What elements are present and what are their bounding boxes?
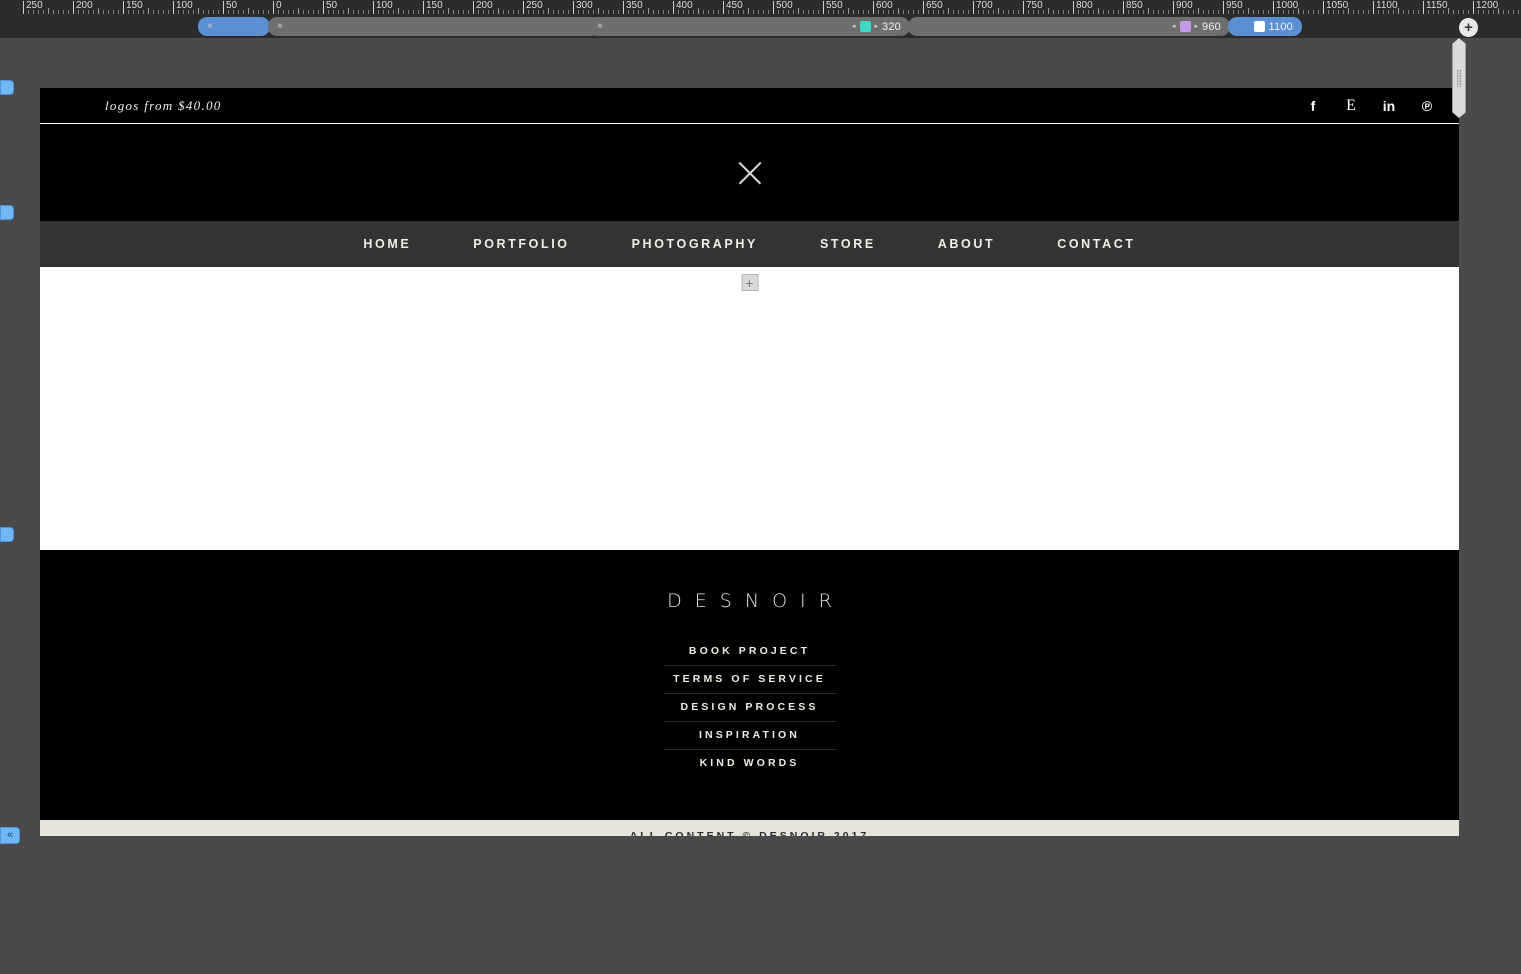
announcement-bar: logos from $40.00 f Ein ℗ <box>40 88 1459 124</box>
nav-item-contact[interactable]: CONTACT <box>1026 237 1166 251</box>
horizontal-ruler[interactable]: 250 200 150 100 50 0 50 100 150 200 250 300 350 400 45… <box>0 0 1521 14</box>
breakpoint-color-swatch[interactable] <box>1179 21 1191 32</box>
scrollbar-grip-icon <box>1457 70 1462 87</box>
breakpoint-value: ◂ ▸ 960 <box>1172 21 1221 33</box>
resize-left-icon[interactable]: ◂ <box>1172 23 1176 30</box>
main-navigation[interactable]: HOME PORTFOLIO PHOTOGRAPHY STORE ABOUT CONTAC… <box>40 221 1459 267</box>
section-marker-announcement[interactable] <box>0 80 14 95</box>
section-marker-footer[interactable] <box>0 527 14 542</box>
close-icon[interactable]: × <box>207 21 213 32</box>
collapse-chevron-icon: « <box>6 829 14 841</box>
footer-link-kind-words[interactable]: KIND WORDS <box>664 750 836 777</box>
vertical-scrollbar-thumb[interactable] <box>1452 38 1466 118</box>
breakpoint-color-swatch[interactable] <box>1253 21 1265 32</box>
section-marker-hero[interactable] <box>0 205 14 220</box>
copyright-bar: ALL CONTENT © DESNOIR 2017 <box>40 820 1459 836</box>
resize-left-icon[interactable]: ◂ <box>852 23 856 30</box>
footer-brand-wordmark: DESNOIR <box>667 590 845 612</box>
segment-960[interactable]: ◂ ▸ 960 <box>908 17 1230 36</box>
linkedin-icon[interactable]: in <box>1381 98 1397 114</box>
nav-item-about[interactable]: ABOUT <box>907 237 1026 251</box>
hero-section <box>40 124 1459 221</box>
footer-link-terms-of-service[interactable]: TERMS OF SERVICE <box>663 666 836 694</box>
facebook-icon[interactable]: f <box>1305 98 1321 114</box>
segment-mobile-active[interactable]: × <box>198 17 270 36</box>
footer-link-design-process[interactable]: DESIGN PROCESS <box>663 694 836 722</box>
ruler-ticks: 250 200 150 100 50 0 50 100 150 200 250 300 350 400 45… <box>0 0 1521 14</box>
breakpoint-width-label: 1100 <box>1268 20 1293 33</box>
brand-x-logo-icon[interactable] <box>733 156 767 190</box>
breakpoint-width-label: 960 <box>1202 20 1221 33</box>
nav-item-store[interactable]: STORE <box>789 237 907 251</box>
close-icon[interactable]: × <box>597 21 603 32</box>
close-icon[interactable]: × <box>277 21 283 32</box>
breakpoint-value: ◂ ▸ 320 <box>852 21 901 33</box>
footer-link-list: BOOK PROJECT TERMS OF SERVICE DESIGN PROCE… <box>663 638 836 777</box>
breakpoint-width-label: 320 <box>882 20 901 33</box>
footer-link-book-project[interactable]: BOOK PROJECT <box>663 638 836 666</box>
etsy-icon[interactable]: E <box>1343 98 1359 114</box>
add-breakpoint-button[interactable]: + <box>1459 18 1478 37</box>
breakpoint-bar[interactable]: × × × ◂ ▸ 320 ◂ ▸ 960 1100 <box>0 14 1521 38</box>
nav-item-home[interactable]: HOME <box>332 237 442 251</box>
collapse-panel-button[interactable]: « <box>0 827 20 844</box>
page-body-section: + <box>40 267 1459 550</box>
social-links: f Ein ℗ <box>1305 88 1435 124</box>
announcement-text: logos from $40.00 <box>105 97 222 113</box>
nav-item-portfolio[interactable]: PORTFOLIO <box>442 237 600 251</box>
copyright-text: ALL CONTENT © DESNOIR 2017 <box>629 830 870 836</box>
nav-item-photography[interactable]: PHOTOGRAPHY <box>601 237 789 251</box>
segment-320[interactable]: × ◂ ▸ 320 <box>588 17 910 36</box>
site-footer: DESNOIR BOOK PROJECT TERMS OF SERVICE DESI… <box>40 550 1459 820</box>
vertical-scrollbar[interactable] <box>1452 38 1466 836</box>
add-section-button[interactable]: + <box>741 274 758 291</box>
pinterest-icon[interactable]: ℗ <box>1419 98 1435 114</box>
segment-mid[interactable]: × <box>268 17 600 36</box>
footer-link-inspiration[interactable]: INSPIRATION <box>663 722 836 750</box>
page-canvas: logos from $40.00 f Ein ℗ HOME PORTFOLIO PHO… <box>40 88 1459 836</box>
plus-icon: + <box>745 274 754 291</box>
segment-1100[interactable]: 1100 <box>1228 17 1302 36</box>
breakpoint-value: 1100 <box>1253 20 1293 33</box>
resize-right-icon[interactable]: ▸ <box>1195 23 1199 30</box>
resize-right-icon[interactable]: ▸ <box>875 23 879 30</box>
breakpoint-color-swatch[interactable] <box>859 21 871 32</box>
